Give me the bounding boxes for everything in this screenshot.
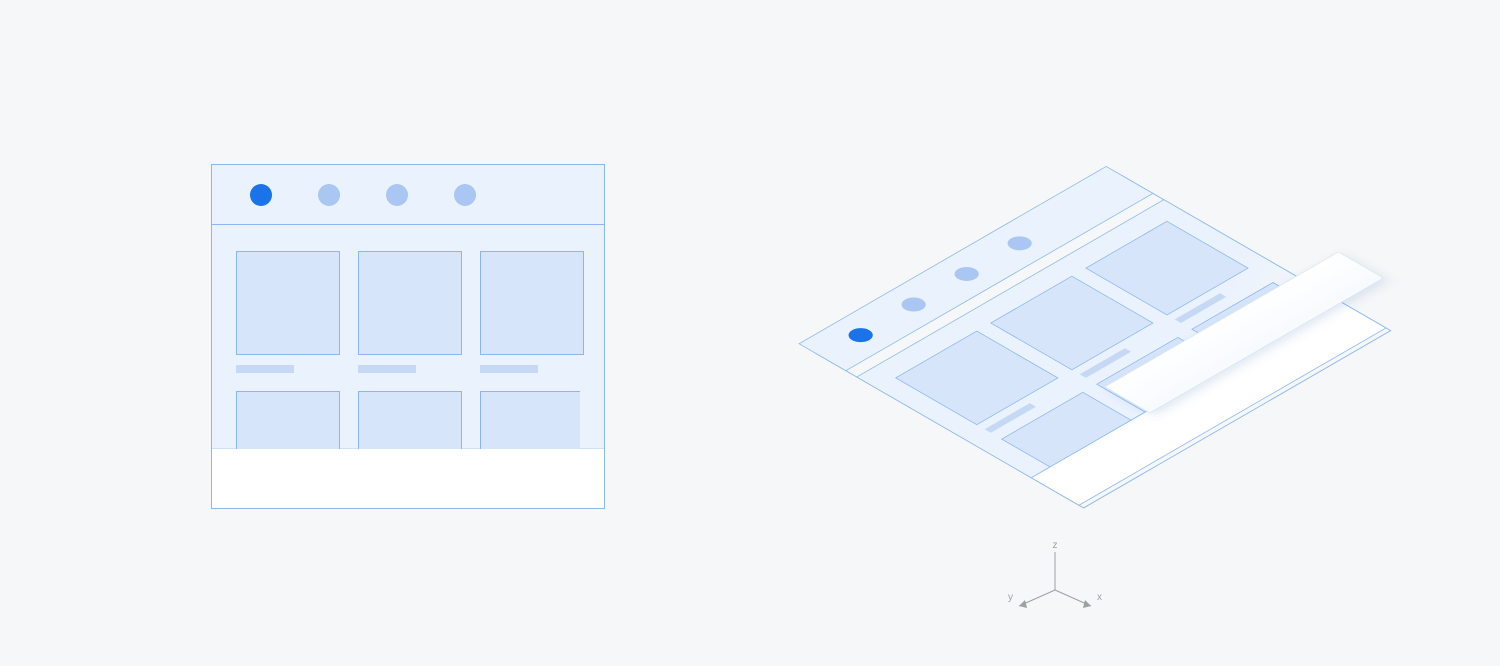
flat-grid-row-1 xyxy=(236,251,580,373)
flat-card xyxy=(358,391,462,449)
caption-placeholder xyxy=(236,365,294,373)
iso-layer-header xyxy=(799,166,1153,370)
axis-z-label: z xyxy=(1053,540,1058,551)
flat-card xyxy=(358,251,462,373)
flat-tab-4 xyxy=(454,184,476,206)
axis-x-label: x xyxy=(1097,592,1102,603)
iso-layer-outline xyxy=(815,175,1391,508)
thumbnail-placeholder xyxy=(358,251,462,355)
flat-body xyxy=(212,225,604,449)
axis-widget: z y x xyxy=(1005,540,1105,620)
flat-tab-2 xyxy=(318,184,340,206)
iso-tab-3 xyxy=(950,264,984,284)
flat-tab-3 xyxy=(386,184,408,206)
iso-tab-2 xyxy=(897,295,931,315)
diagram-canvas: z y x xyxy=(0,0,1500,666)
iso-layer-floating-sheet xyxy=(1105,252,1384,413)
caption-placeholder xyxy=(480,365,538,373)
thumbnail-placeholder xyxy=(358,391,462,449)
iso-tab-4 xyxy=(1003,233,1037,253)
iso-tab-1 xyxy=(844,325,878,345)
flat-tabs-header xyxy=(212,165,604,225)
thumbnail-placeholder xyxy=(480,251,584,355)
flat-card xyxy=(236,391,340,449)
flat-card xyxy=(236,251,340,373)
axis-y-label: y xyxy=(1008,592,1013,603)
thumbnail-placeholder xyxy=(480,391,580,449)
iso-layer-body xyxy=(857,200,1386,506)
flat-mockup-window xyxy=(211,164,605,509)
flat-card xyxy=(480,251,584,373)
flat-grid-row-2 xyxy=(236,391,580,449)
flat-card xyxy=(480,391,580,449)
caption-placeholder xyxy=(358,365,416,373)
thumbnail-placeholder xyxy=(236,391,340,449)
flat-tab-1 xyxy=(250,184,272,206)
thumbnail-placeholder xyxy=(236,251,340,355)
iso-grid-row-1 xyxy=(896,221,1262,433)
isometric-mockup xyxy=(740,140,1460,560)
iso-grid-row-2 xyxy=(1002,283,1354,486)
